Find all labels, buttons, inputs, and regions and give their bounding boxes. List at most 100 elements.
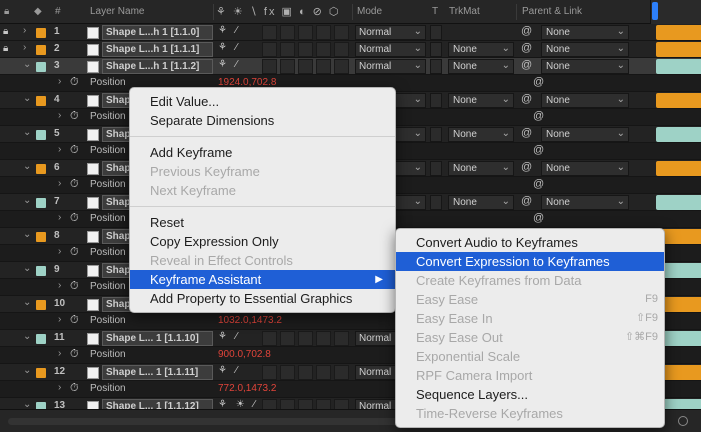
label-color-swatch[interactable] — [36, 45, 46, 55]
preserve-transparency-box[interactable] — [430, 161, 442, 176]
switch-box[interactable] — [262, 42, 277, 57]
trkmat-dropdown[interactable]: None ⌄ — [448, 195, 514, 210]
current-time-indicator[interactable] — [652, 2, 658, 20]
parent-pickwhip-icon[interactable]: @ — [521, 25, 532, 37]
twirl-icon[interactable]: ⌄ — [23, 59, 31, 70]
label-color-swatch[interactable] — [36, 96, 46, 106]
shy-collapse-switch-icons[interactable]: ⚘ ∕ — [218, 331, 240, 342]
switch-box[interactable] — [334, 42, 349, 57]
chevron-right-icon[interactable]: › — [58, 382, 61, 393]
switch-box[interactable] — [298, 25, 313, 40]
switch-box[interactable] — [298, 365, 313, 380]
label-color-swatch[interactable] — [36, 266, 46, 276]
twirl-icon[interactable]: ⌄ — [23, 263, 31, 274]
layer-name-column-header[interactable]: Layer Name — [90, 6, 144, 17]
stopwatch-icon[interactable]: ⏱︎ — [70, 280, 79, 293]
layer-name[interactable]: Shape L...h 1 [1.1.0] — [102, 25, 213, 40]
expression-pickwhip-icon[interactable]: @ — [533, 76, 544, 88]
switch-box[interactable] — [334, 331, 349, 346]
layer-duration-bar[interactable] — [656, 25, 701, 40]
layer-duration-bar[interactable] — [656, 42, 701, 57]
label-color-swatch[interactable] — [36, 130, 46, 140]
preserve-transparency-box[interactable] — [430, 93, 442, 108]
label-color-swatch[interactable] — [36, 164, 46, 174]
switch-box[interactable] — [316, 331, 331, 346]
preserve-transparency-box[interactable] — [430, 195, 442, 210]
switch-box[interactable] — [262, 365, 277, 380]
shy-collapse-switch-icons[interactable]: ⚘ ∕ — [218, 42, 240, 53]
twirl-icon[interactable]: ⌄ — [23, 229, 31, 240]
label-color-swatch[interactable] — [36, 300, 46, 310]
switch-box[interactable] — [280, 59, 295, 74]
switch-box[interactable] — [262, 59, 277, 74]
preserve-transparency-box[interactable] — [430, 59, 442, 74]
chevron-right-icon[interactable]: › — [58, 212, 61, 223]
property-value[interactable]: 900.0,702.8 — [218, 349, 271, 360]
parent-dropdown[interactable]: None ⌄ — [541, 127, 629, 142]
switch-box[interactable] — [334, 25, 349, 40]
layer-name[interactable]: Shape L... 1 [1.1.10] — [102, 331, 213, 346]
menu-item[interactable]: Convert Audio to Keyframes — [396, 233, 664, 252]
property-value[interactable]: 772.0,1473.2 — [218, 383, 276, 394]
label-color-swatch[interactable] — [36, 232, 46, 242]
shy-collapse-switch-icons[interactable]: ⚘ ∕ — [218, 25, 240, 36]
layer-duration-bar[interactable] — [656, 59, 701, 74]
zoom-knob-icon[interactable] — [678, 416, 688, 426]
trkmat-dropdown[interactable]: None ⌄ — [448, 127, 514, 142]
property-value[interactable]: 1032.0,1473.2 — [218, 315, 282, 326]
stopwatch-icon[interactable]: ⏱︎ — [70, 76, 79, 89]
label-color-swatch[interactable] — [36, 62, 46, 72]
shy-collapse-switch-icons[interactable]: ⚘ ∕ — [218, 365, 240, 376]
label-color-swatch[interactable] — [36, 28, 46, 38]
layer-duration-bar[interactable] — [656, 127, 701, 142]
stopwatch-icon[interactable]: ⏱︎ — [70, 144, 79, 157]
switch-box[interactable] — [316, 365, 331, 380]
menu-item[interactable]: Keyframe Assistant ▶ — [130, 270, 395, 289]
parent-dropdown[interactable]: None ⌄ — [541, 59, 629, 74]
lock-icon[interactable]: 🔒︎ — [3, 43, 8, 54]
chevron-right-icon[interactable]: › — [58, 280, 61, 291]
chevron-right-icon[interactable]: › — [58, 348, 61, 359]
shy-collapse-switch-icons[interactable]: ⚘ ∕ — [218, 59, 240, 70]
menu-item[interactable]: Sequence Layers... — [396, 385, 664, 404]
parent-dropdown[interactable]: None ⌄ — [541, 195, 629, 210]
layer-name[interactable]: Shape L...h 1 [1.1.2] — [102, 59, 213, 74]
mode-dropdown[interactable]: Normal ⌄ — [355, 42, 426, 57]
switch-box[interactable] — [298, 331, 313, 346]
layer-row[interactable]: ⌄ 3 Shape L...h 1 [1.1.2] ⚘ ∕ Normal ⌄ None ⌄ @ N… — [0, 58, 701, 75]
switch-box[interactable] — [262, 25, 277, 40]
layer-row[interactable]: 🔒︎ › 2 Shape L...h 1 [1.1.1] ⚘ ∕ Normal ⌄ None ⌄… — [0, 41, 701, 58]
twirl-icon[interactable]: ⌄ — [23, 331, 31, 342]
stopwatch-icon[interactable]: ⏱︎ — [70, 246, 79, 259]
switch-box[interactable] — [316, 59, 331, 74]
chevron-right-icon[interactable]: › — [58, 144, 61, 155]
parent-dropdown[interactable]: None ⌄ — [541, 42, 629, 57]
switch-box[interactable] — [280, 365, 295, 380]
chevron-right-icon[interactable]: › — [58, 178, 61, 189]
parent-pickwhip-icon[interactable]: @ — [521, 127, 532, 139]
switch-box[interactable] — [334, 59, 349, 74]
lock-icon[interactable]: 🔒︎ — [3, 26, 8, 37]
label-color-swatch[interactable] — [36, 198, 46, 208]
menu-item[interactable]: Add Keyframe — [130, 143, 395, 162]
layer-name[interactable]: Shape L... 1 [1.1.11] — [102, 365, 213, 380]
menu-item[interactable]: Add Property to Essential Graphics — [130, 289, 395, 308]
chevron-right-icon[interactable]: › — [58, 246, 61, 257]
switch-box[interactable] — [316, 25, 331, 40]
stopwatch-icon[interactable]: ⏱︎ — [70, 348, 79, 361]
expression-pickwhip-icon[interactable]: @ — [533, 110, 544, 122]
parent-pickwhip-icon[interactable]: @ — [521, 93, 532, 105]
expression-pickwhip-icon[interactable]: @ — [533, 212, 544, 224]
menu-item[interactable]: Separate Dimensions — [130, 111, 395, 130]
stopwatch-icon[interactable]: ⏱︎ — [70, 382, 79, 395]
twirl-icon[interactable]: › — [23, 42, 26, 53]
menu-item[interactable]: Reset — [130, 213, 395, 232]
switch-box[interactable] — [298, 42, 313, 57]
trkmat-dropdown[interactable]: None ⌄ — [448, 59, 514, 74]
stopwatch-icon[interactable]: ⏱︎ — [70, 212, 79, 225]
switch-box[interactable] — [280, 331, 295, 346]
chevron-right-icon[interactable]: › — [58, 110, 61, 121]
stopwatch-icon[interactable]: ⏱︎ — [70, 110, 79, 123]
twirl-icon[interactable]: ⌄ — [23, 93, 31, 104]
switch-box[interactable] — [280, 42, 295, 57]
